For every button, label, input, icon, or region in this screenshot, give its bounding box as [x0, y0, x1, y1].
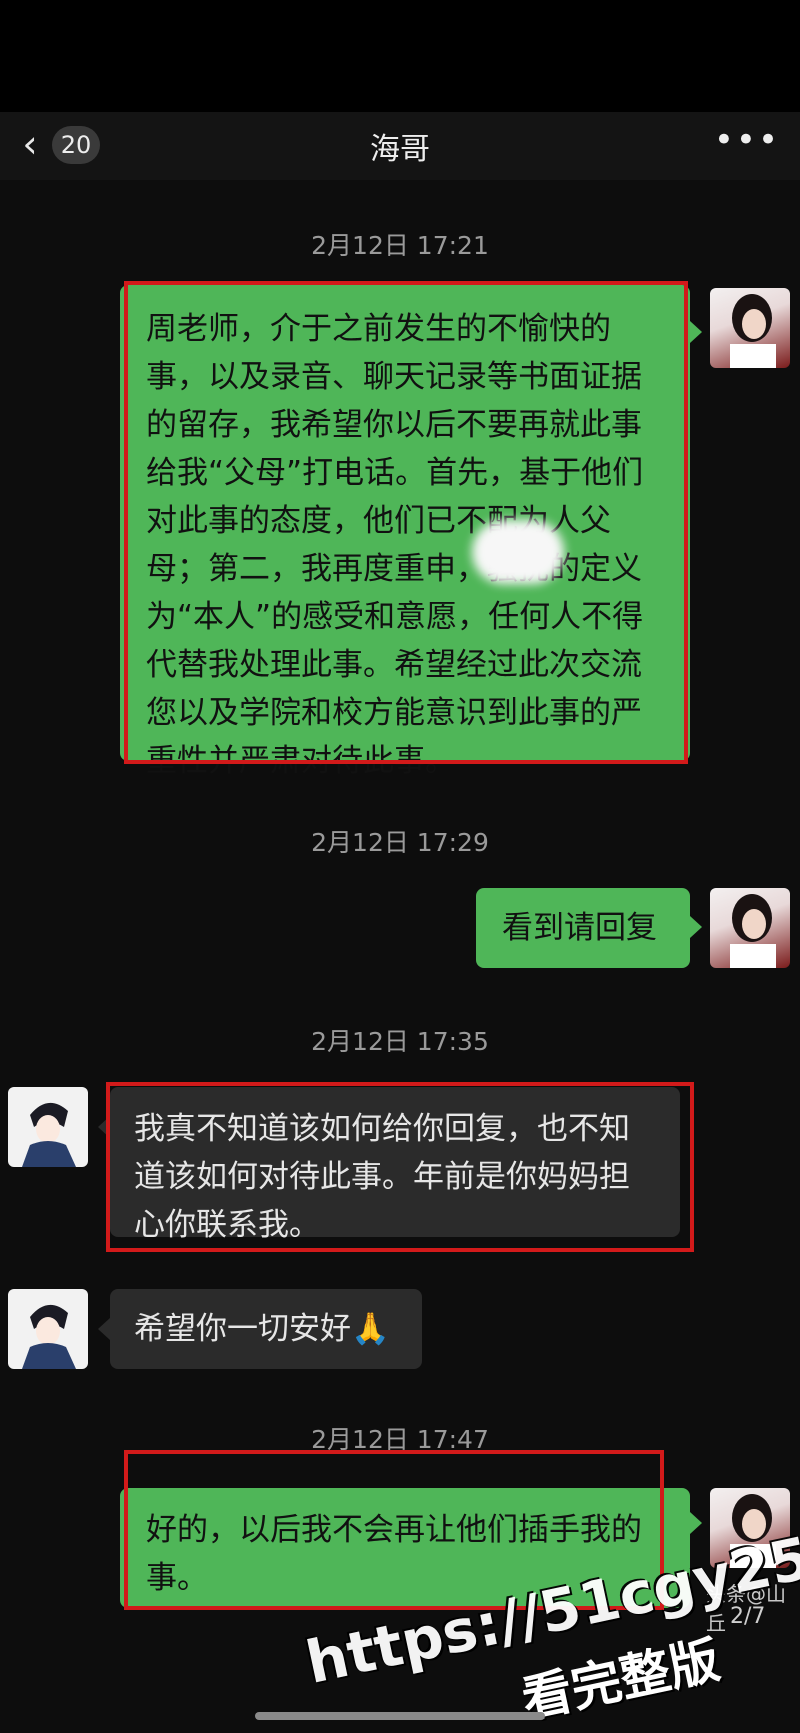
bubble-tail	[98, 1116, 110, 1138]
timestamp: 2月12日 17:29	[311, 828, 489, 857]
message-text: 希望你一切安好🙏	[134, 1311, 390, 1347]
message-text: 看到请回复	[502, 910, 657, 946]
message-bubble-outgoing[interactable]: 周老师，介于之前发生的不愉快的事，以及录音、聊天记录等书面证据的留存，我希望你以…	[120, 285, 690, 779]
avatar[interactable]	[8, 1289, 88, 1369]
profile-photo-icon	[730, 294, 776, 368]
page-indicator: 2/7	[730, 1604, 766, 1629]
redaction-blur	[472, 520, 564, 584]
status-bar-area	[0, 0, 800, 112]
bubble-tail	[690, 321, 702, 343]
avatar[interactable]	[710, 288, 790, 368]
ellipsis-icon[interactable]: •••	[714, 120, 780, 160]
profile-photo-icon	[730, 894, 776, 968]
avatar[interactable]	[710, 888, 790, 968]
profile-photo-icon	[22, 1304, 76, 1369]
bubble-tail	[690, 1512, 702, 1534]
bubble-tail	[690, 916, 702, 938]
timestamp: 2月12日 17:35	[311, 1027, 489, 1056]
timestamp: 2月12日 17:21	[311, 231, 489, 260]
message-bubble-outgoing[interactable]: 看到请回复	[476, 888, 690, 968]
timestamp: 2月12日 17:47	[311, 1425, 489, 1454]
profile-photo-icon	[22, 1102, 76, 1167]
message-text: 我真不知道该如何给你回复，也不知道该如何对待此事。年前是你妈妈担心你联系我。	[134, 1111, 630, 1243]
bubble-tail	[98, 1318, 110, 1340]
chat-title: 海哥	[370, 132, 430, 167]
home-indicator	[255, 1712, 545, 1720]
message-bubble-incoming[interactable]: 我真不知道该如何给你回复，也不知道该如何对待此事。年前是你妈妈担心你联系我。	[110, 1087, 680, 1243]
avatar[interactable]	[8, 1087, 88, 1167]
message-text: 周老师，介于之前发生的不愉快的事，以及录音、聊天记录等书面证据的留存，我希望你以…	[146, 311, 644, 779]
chat-header: ‹ 20 海哥 •••	[0, 112, 800, 180]
message-bubble-incoming[interactable]: 希望你一切安好🙏	[110, 1289, 422, 1369]
